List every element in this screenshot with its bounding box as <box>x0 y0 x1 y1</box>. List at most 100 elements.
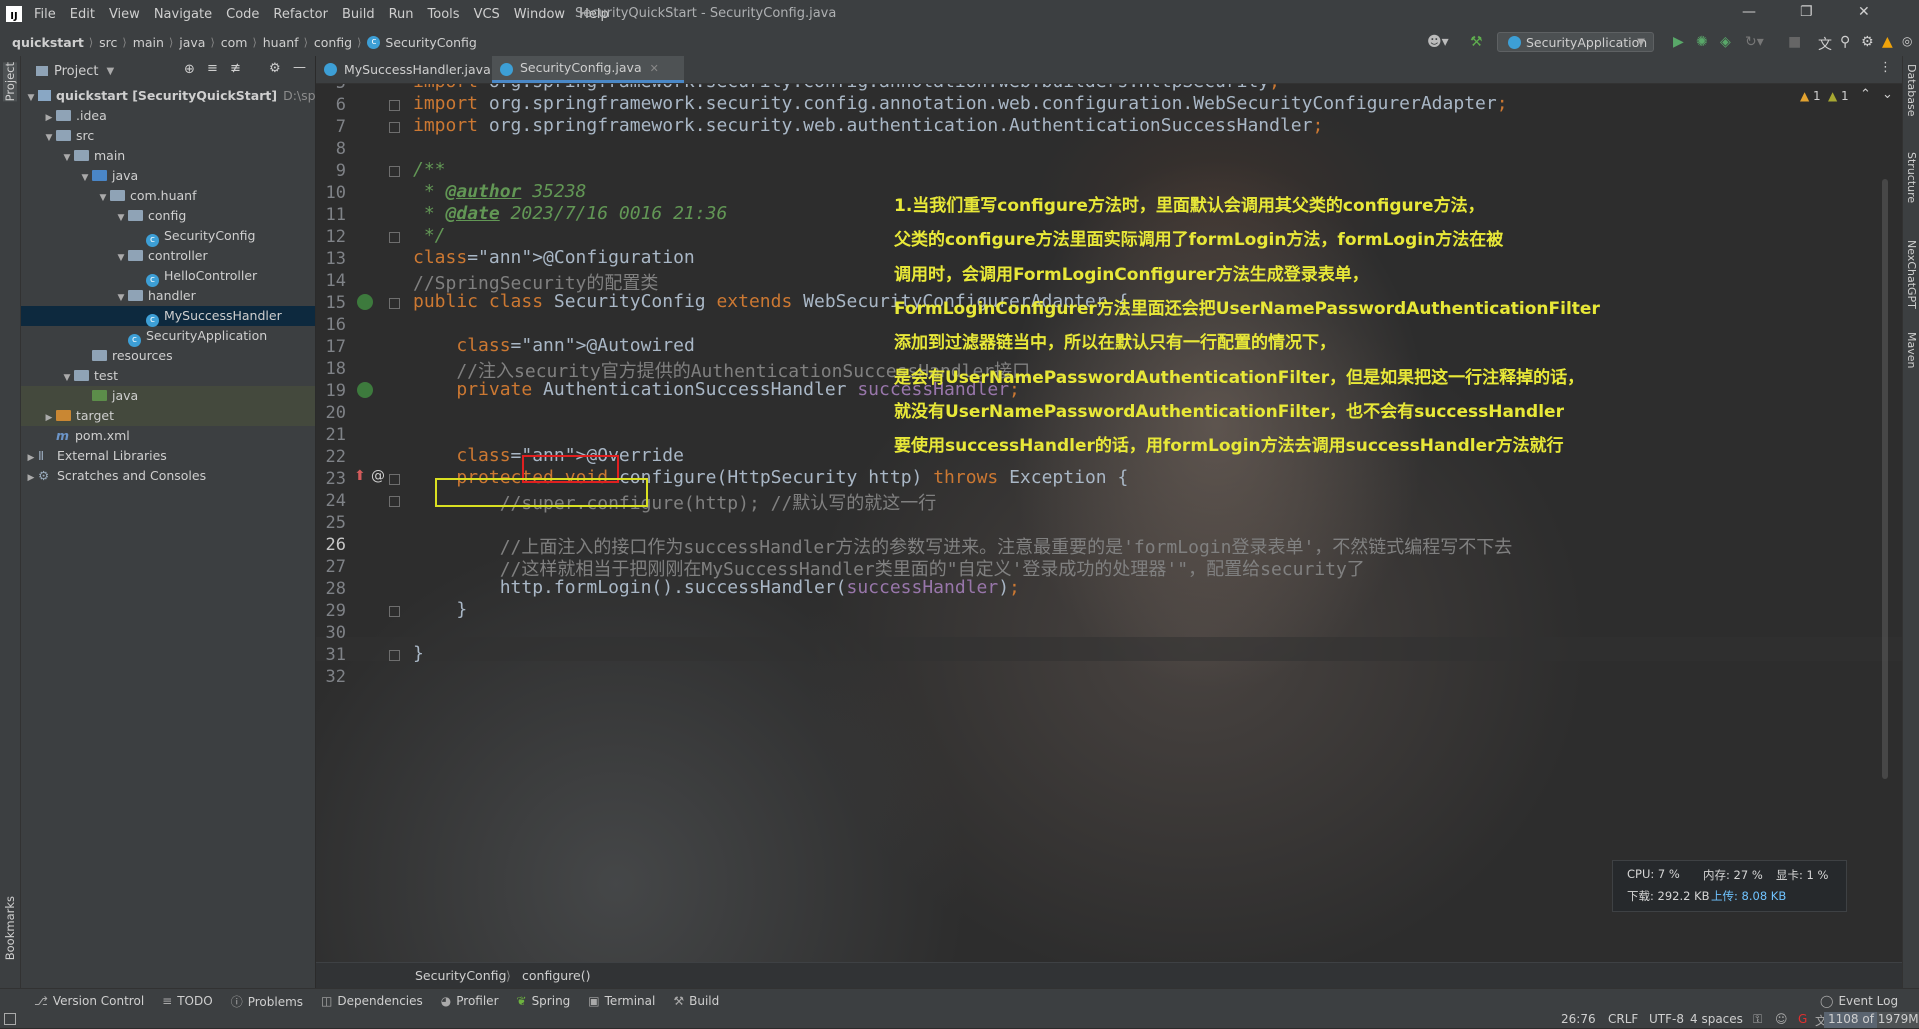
fold-marker-icon[interactable] <box>389 496 400 507</box>
update-icon[interactable]: ▲ <box>1882 34 1893 50</box>
menu-build[interactable]: Build <box>336 7 383 22</box>
vertical-scrollbar[interactable] <box>1882 179 1888 779</box>
chevron-down-icon[interactable]: ▼ <box>96 188 110 208</box>
nav-crumb-config[interactable]: config <box>310 35 355 50</box>
settings-gear-icon[interactable]: ⚙ <box>1861 34 1874 50</box>
fold-marker-icon[interactable] <box>389 166 400 177</box>
database-tool-tab[interactable]: Database <box>1905 64 1918 117</box>
override-method-icon[interactable]: ⬆ <box>354 468 366 484</box>
maven-tool-tab[interactable]: Maven <box>1905 332 1918 368</box>
code-line[interactable]: import org.springframework.security.web.… <box>413 115 1323 136</box>
code-line[interactable]: import org.springframework.security.conf… <box>413 84 1280 92</box>
settings-gear-icon[interactable]: ⚙ <box>269 61 281 76</box>
code-line[interactable]: http.formLogin().successHandler(successH… <box>413 577 1020 598</box>
menu-edit[interactable]: Edit <box>64 7 103 22</box>
locate-icon[interactable]: ⊕ <box>184 62 195 77</box>
debug-icon[interactable]: ✺ <box>1696 34 1708 50</box>
build-tab[interactable]: ⚒ Build <box>665 994 729 1008</box>
profiler-tab[interactable]: ◕ Profiler <box>433 994 509 1008</box>
tree-item[interactable]: c SecurityApplication <box>21 326 315 347</box>
minimize-icon[interactable]: — <box>1742 4 1756 20</box>
menu-navigate[interactable]: Navigate <box>148 7 220 22</box>
breadcrumb-class[interactable]: SecurityConfig <box>415 968 506 983</box>
menu-window[interactable]: Window <box>508 7 573 22</box>
fold-marker-icon[interactable] <box>389 122 400 133</box>
code-line[interactable]: } <box>413 643 424 664</box>
tree-item[interactable]: m pom.xml <box>21 426 315 446</box>
stop-icon[interactable]: ■ <box>1788 34 1801 50</box>
fold-marker-icon[interactable] <box>389 606 400 617</box>
profile-icon[interactable]: ↻▾ <box>1745 34 1764 50</box>
status-toggle-icon[interactable] <box>4 1013 16 1025</box>
tree-item[interactable]: ▶ Ⅱ External Libraries <box>21 446 315 466</box>
problems-tab[interactable]: ⓘ Problems <box>223 993 313 1010</box>
structure-tool-tab[interactable]: Structure <box>1905 152 1918 203</box>
run-configuration-select[interactable]: SecurityApplication ▼ <box>1497 32 1654 52</box>
nav-crumb-huanf[interactable]: huanf <box>259 35 302 50</box>
nexchatgpt-tool-tab[interactable]: NexChatGPT <box>1905 240 1918 309</box>
menu-refactor[interactable]: Refactor <box>267 7 336 22</box>
fold-marker-icon[interactable] <box>389 232 400 243</box>
chevron-down-icon[interactable]: ▼ <box>42 128 56 148</box>
spring-bean-icon[interactable] <box>357 382 373 398</box>
nav-crumb-project[interactable]: quickstart <box>0 35 87 50</box>
code-line[interactable]: } <box>413 599 467 620</box>
code-line[interactable]: class="ann">@Configuration <box>413 247 695 268</box>
chevron-down-icon[interactable]: ▼ <box>106 66 114 77</box>
tree-item[interactable]: ▼ config <box>21 206 315 226</box>
todo-tab[interactable]: ≡ TODO <box>154 994 223 1008</box>
search-icon[interactable]: ⚲ <box>1840 34 1850 50</box>
chevron-right-icon[interactable]: ▶ <box>42 108 56 128</box>
more-tabs-icon[interactable]: ⋮ <box>1879 60 1892 75</box>
tree-item[interactable]: c HelloController <box>21 266 315 287</box>
tree-item[interactable]: ▼ src <box>21 126 315 146</box>
indent-setting[interactable]: 4 spaces <box>1690 1012 1743 1026</box>
nav-crumb-java[interactable]: java <box>175 35 208 50</box>
hide-panel-icon[interactable]: — <box>293 60 306 75</box>
spring-bean-icon[interactable] <box>357 294 373 310</box>
lock-icon[interactable]: ⚿ <box>1753 1012 1762 1027</box>
menu-vcs[interactable]: VCS <box>468 7 508 22</box>
tab-securityconfig[interactable]: SecurityConfig.java ✕ <box>492 56 684 83</box>
menu-tools[interactable]: Tools <box>422 7 468 22</box>
next-highlight-icon[interactable]: ⌄ <box>1882 87 1893 102</box>
close-icon[interactable]: ✕ <box>1858 4 1870 20</box>
version-control-tab[interactable]: ⎇ Version Control <box>0 994 154 1008</box>
logo-icon[interactable]: ◎ <box>1902 34 1912 48</box>
code-line[interactable]: /** <box>413 159 446 180</box>
nav-crumb-securityconfig[interactable]: SecurityConfig <box>385 35 479 50</box>
chevron-down-icon[interactable]: ▼ <box>114 248 128 268</box>
previous-highlight-icon[interactable]: ⌃ <box>1860 87 1871 102</box>
build-hammer-icon[interactable]: ⚒ <box>1470 34 1483 50</box>
user-icon[interactable]: ☻▾ <box>1427 34 1449 50</box>
google-icon[interactable]: G <box>1798 1012 1807 1026</box>
tree-item[interactable]: ▶ target <box>21 406 315 426</box>
project-tool-tab[interactable]: Project <box>3 62 17 102</box>
menu-run[interactable]: Run <box>383 7 422 22</box>
tree-item[interactable]: ▼ handler <box>21 286 315 306</box>
nav-crumb-main[interactable]: main <box>129 35 167 50</box>
tab-mysuccesshandler[interactable]: MySuccessHandler.java✕ <box>316 56 520 83</box>
memory-indicator[interactable]: 1108 of 1979M <box>1824 1012 1919 1028</box>
tree-item[interactable]: resources <box>21 346 315 366</box>
tree-item[interactable]: ▶ ⚙ Scratches and Consoles <box>21 466 315 486</box>
code-line[interactable]: class="ann">@Autowired <box>413 335 694 356</box>
chevron-right-icon[interactable]: ▶ <box>42 408 56 428</box>
dependencies-tab[interactable]: ◫ Dependencies <box>313 994 433 1008</box>
menu-view[interactable]: View <box>103 7 148 22</box>
fold-marker-icon[interactable] <box>389 298 400 309</box>
bookmarks-tool-tab[interactable]: Bookmarks <box>3 896 17 960</box>
caret-position[interactable]: 26:76 <box>1561 1012 1596 1026</box>
tree-item[interactable]: java <box>21 386 315 406</box>
tree-item[interactable]: c SecurityConfig <box>21 226 315 247</box>
fold-marker-icon[interactable] <box>389 474 400 485</box>
file-encoding[interactable]: UTF-8 <box>1649 1012 1684 1026</box>
collapse-all-icon[interactable]: ≢ <box>230 61 241 76</box>
breadcrumb-method[interactable]: configure() <box>522 968 590 983</box>
code-line[interactable]: */ <box>413 225 446 246</box>
tree-item[interactable]: ▼ test <box>21 366 315 386</box>
chevron-down-icon[interactable]: ▼ <box>60 368 74 388</box>
coverage-icon[interactable]: ◈ <box>1720 34 1731 50</box>
code-line[interactable]: * @date 2023/7/16 0016 21:36 <box>413 203 727 224</box>
tree-item[interactable]: ▼ main <box>21 146 315 166</box>
